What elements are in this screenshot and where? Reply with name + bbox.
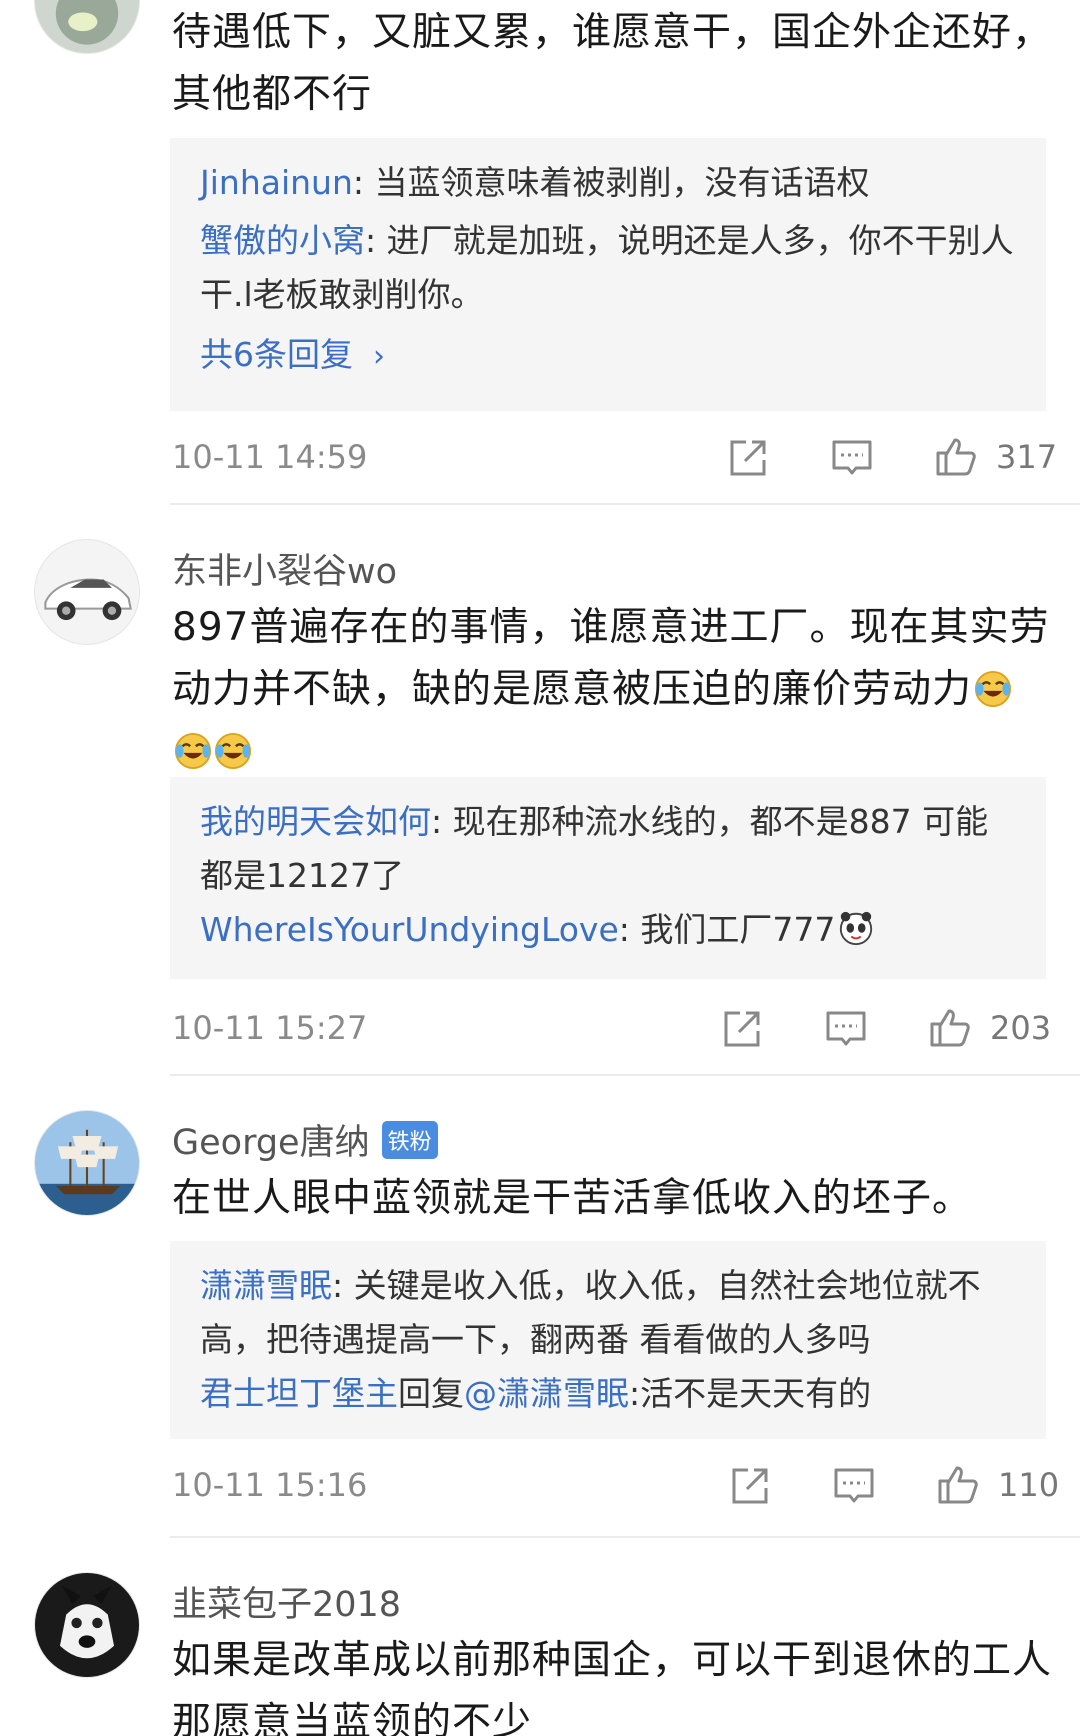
username-text: George唐纳 bbox=[172, 1123, 370, 1163]
like-count: 110 bbox=[998, 1466, 1060, 1504]
comment-item: 东非小裂谷wo 897普遍存在的事情，谁愿意进工厂。现在其实劳动力并不缺，缺的是… bbox=[0, 505, 1080, 1078]
reply-text: 当蓝领意味着被剥削，没有话语权 bbox=[374, 163, 870, 202]
comment-username[interactable]: 东非小裂谷wo bbox=[172, 543, 397, 594]
reply-mention[interactable]: @潇潇雪眠 bbox=[464, 1374, 629, 1413]
view-more-replies-link[interactable]: 共6条回复 › bbox=[200, 328, 1018, 376]
comment-text-body: 897普遍存在的事情，谁愿意进工厂。现在其实劳动力并不缺，缺的是愿意被压迫的廉价… bbox=[172, 605, 1050, 712]
reply-username[interactable]: 潇潇雪眠 bbox=[200, 1266, 332, 1305]
reply-item: 君士坦丁堡主回复@潇潇雪眠:活不是天天有的 bbox=[200, 1367, 1018, 1421]
like-count: 317 bbox=[996, 438, 1058, 476]
comment-timestamp: 10-11 14:59 bbox=[172, 438, 368, 476]
thumbs-up-icon[interactable] bbox=[934, 434, 978, 478]
reply-separator: : bbox=[431, 802, 453, 841]
reply-separator: : bbox=[332, 1266, 354, 1305]
share-icon[interactable] bbox=[726, 436, 770, 480]
reply-username[interactable]: 我的明天会如何 bbox=[200, 802, 431, 841]
reply-separator: : bbox=[618, 910, 641, 949]
comment-icon[interactable] bbox=[824, 1007, 868, 1051]
reply-text: :活不是天天有的 bbox=[629, 1374, 872, 1413]
laugh-cry-emoji bbox=[214, 727, 252, 770]
reply-box: 我的明天会如何: 现在那种流水线的，都不是887 可能都是12127了 Wher… bbox=[170, 777, 1046, 979]
reply-item: 我的明天会如何: 现在那种流水线的，都不是887 可能都是12127了 bbox=[200, 795, 1018, 903]
laugh-cry-emoji bbox=[174, 727, 212, 770]
comment-timestamp: 10-11 15:16 bbox=[172, 1466, 368, 1504]
reply-username[interactable]: WhereIsYourUndyingLove bbox=[200, 910, 619, 949]
panda-emoji bbox=[837, 909, 875, 947]
reply-username[interactable]: 君士坦丁堡主 bbox=[200, 1374, 398, 1413]
reply-item: Jinhainun: 当蓝领意味着被剥削，没有话语权 bbox=[200, 156, 1018, 210]
reply-separator: : bbox=[365, 221, 387, 260]
chevron-right-icon: › bbox=[373, 339, 385, 374]
reply-separator: : bbox=[352, 163, 375, 202]
laugh-cry-emoji bbox=[974, 665, 1012, 708]
comment-item: 韭菜包子2018 如果是改革成以前那种国企，可以干到退休的工人 那愿意当蓝领的不… bbox=[0, 1538, 1080, 1736]
comment-text: 待遇低下，又脏又累，谁愿意干，国企外企还好，其他都不行 bbox=[172, 10, 1053, 117]
comment-timestamp: 10-11 15:27 bbox=[172, 1009, 368, 1047]
reply-text: 我们工厂777 bbox=[640, 910, 836, 949]
avatar[interactable] bbox=[34, 0, 140, 54]
share-icon[interactable] bbox=[728, 1464, 772, 1508]
comment-username[interactable]: George唐纳 铁粉 bbox=[172, 1114, 438, 1165]
comment-text: 在世人眼中蓝领就是干苦活拿低收入的坯子。 bbox=[172, 1176, 973, 1221]
reply-box: 潇潇雪眠: 关键是收入低，收入低，自然社会地位就不高，把待遇提高一下，翻两番 看… bbox=[170, 1241, 1046, 1439]
share-icon[interactable] bbox=[720, 1007, 764, 1051]
comment-icon[interactable] bbox=[832, 1464, 876, 1508]
view-more-label: 共6条回复 bbox=[200, 335, 353, 374]
avatar[interactable] bbox=[34, 539, 140, 645]
fan-badge: 铁粉 bbox=[381, 1121, 438, 1159]
reply-username[interactable]: Jinhainun bbox=[200, 163, 353, 202]
comment-username[interactable]: 韭菜包子2018 bbox=[172, 1576, 401, 1627]
comment-item: George唐纳 铁粉 在世人眼中蓝领就是干苦活拿低收入的坯子。 潇潇雪眠: 关键… bbox=[0, 1076, 1080, 1538]
avatar[interactable] bbox=[34, 1572, 140, 1678]
reply-item: 潇潇雪眠: 关键是收入低，收入低，自然社会地位就不高，把待遇提高一下，翻两番 看… bbox=[200, 1259, 1018, 1367]
thumbs-up-icon[interactable] bbox=[928, 1005, 972, 1049]
reply-separator: 回复 bbox=[398, 1374, 464, 1413]
avatar[interactable] bbox=[34, 1110, 140, 1216]
comment-text: 如果是改革成以前那种国企，可以干到退休的工人 那愿意当蓝领的不少 bbox=[172, 1638, 1053, 1736]
comment-text: 897普遍存在的事情，谁愿意进工厂。现在其实劳动力并不缺，缺的是愿意被压迫的廉价… bbox=[172, 597, 1052, 783]
comment-icon[interactable] bbox=[830, 436, 874, 480]
reply-item: 蟹傲的小窝: 进厂就是加班，说明还是人多，你不干别人干.l老板敢剥削你。 bbox=[200, 214, 1018, 322]
like-count: 203 bbox=[990, 1009, 1052, 1047]
comment-item: 待遇低下，又脏又累，谁愿意干，国企外企还好，其他都不行 Jinhainun: 当… bbox=[0, 0, 1080, 505]
thumbs-up-icon[interactable] bbox=[936, 1462, 980, 1506]
reply-box: Jinhainun: 当蓝领意味着被剥削，没有话语权 蟹傲的小窝: 进厂就是加班… bbox=[170, 138, 1046, 411]
reply-username[interactable]: 蟹傲的小窝 bbox=[200, 221, 365, 260]
reply-item: WhereIsYourUndyingLove: 我们工厂777 bbox=[200, 903, 1018, 957]
